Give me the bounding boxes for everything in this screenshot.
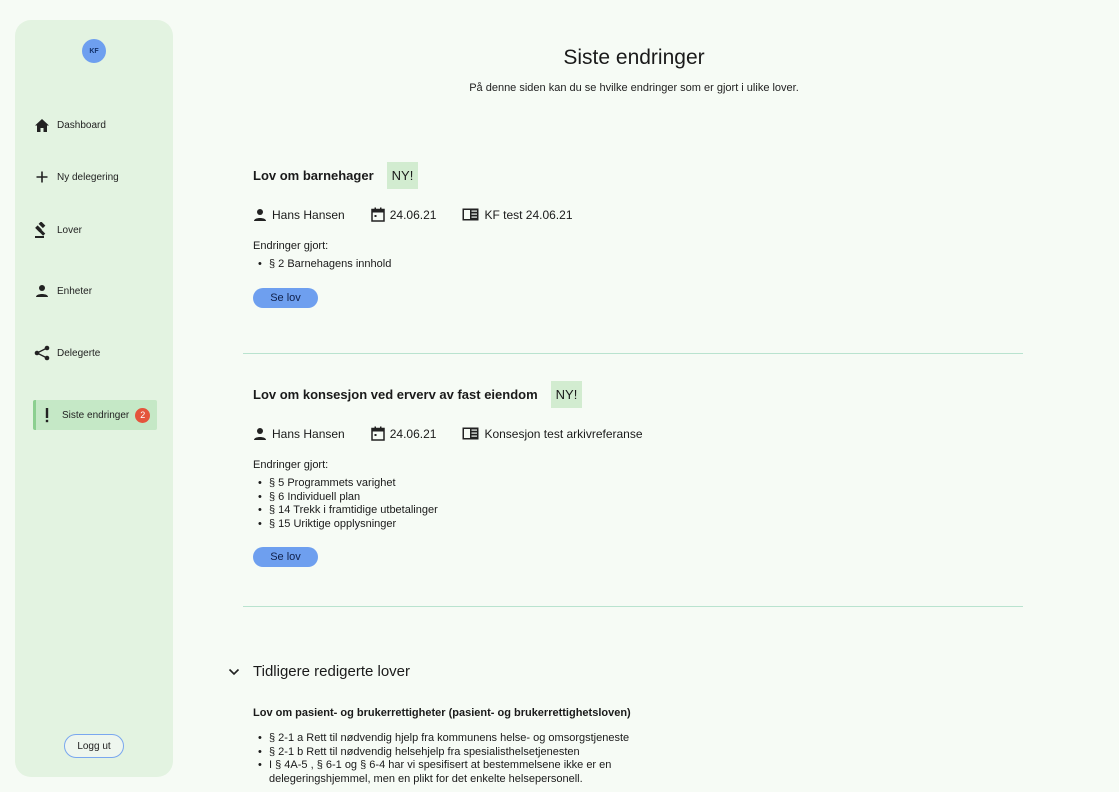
home-icon (33, 116, 51, 134)
exclamation-icon (38, 406, 56, 424)
law-author: Hans Hansen (253, 427, 345, 441)
list-item: § 2 Barnehagens innhold (253, 258, 599, 272)
list-item: § 2-1 a Rett til nødvendig hjelp fra kom… (253, 732, 631, 746)
sidebar-item-label: Dashboard (57, 119, 106, 131)
logout-button[interactable]: Logg ut (64, 734, 124, 758)
list-item: § 14 Trekk i framtidige utbetalinger (253, 504, 669, 518)
list-item: § 15 Uriktige opplysninger (253, 518, 669, 532)
page-subtitle: På denne siden kan du se hvilke endringe… (469, 82, 799, 94)
calendar-icon (370, 207, 385, 222)
page-title: Siste endringer (563, 46, 705, 69)
share-icon (33, 344, 51, 362)
law-reference: Konsesjon test arkivreferanse (462, 427, 643, 441)
law-card: Lov om barnehager NY! Hans Hansen 24.06.… (253, 162, 599, 308)
law-title: Lov om barnehager (253, 168, 374, 183)
law-card: Lov om konsesjon ved erverv av fast eien… (253, 381, 669, 567)
law-title: Lov om konsesjon ved erverv av fast eien… (253, 387, 538, 402)
sidebar-item-label: Ny delegering (57, 171, 119, 183)
law-author: Hans Hansen (253, 208, 345, 222)
person-icon (253, 427, 267, 441)
list-item: § 5 Programmets varighet (253, 477, 669, 491)
new-tag: NY! (386, 162, 419, 189)
notification-badge: 2 (135, 407, 151, 423)
gavel-icon (33, 221, 51, 239)
list-item: § 6 Individuell plan (253, 491, 669, 505)
document-icon (462, 427, 479, 440)
divider (243, 353, 1023, 354)
sidebar-item-delegerte[interactable]: Delegerte (33, 338, 157, 368)
sidebar-item-label: Enheter (57, 285, 93, 297)
list-item: § 2-1 b Rett til nødvendig helsehjelp fr… (253, 746, 631, 760)
chevron-down-icon (228, 668, 242, 676)
changes-label: Endringer gjort: (253, 240, 329, 252)
sidebar-item-label: Lover (57, 224, 83, 236)
sidebar-item-label: Delegerte (57, 347, 101, 359)
changes-list: § 2-1 a Rett til nødvendig hjelp fra kom… (253, 732, 631, 786)
sidebar-item-enheter[interactable]: Enheter (33, 276, 157, 306)
previous-laws-heading: Tidligere redigerte lover (253, 663, 411, 680)
list-item: I § 4A-5 , § 6-1 og § 6-4 har vi spesifi… (253, 759, 631, 773)
plus-icon (33, 168, 51, 186)
changes-list: § 2 Barnehagens innhold (253, 258, 599, 272)
law-reference: KF test 24.06.21 (462, 208, 573, 222)
calendar-icon (370, 426, 385, 441)
list-item-continued: delegeringshjemmel, men en plikt for det… (269, 772, 583, 785)
law-date: 24.06.21 (370, 207, 436, 222)
sidebar-item-siste-endringer[interactable]: Siste endringer 2 (33, 400, 157, 430)
sidebar-item-lover[interactable]: Lover (33, 215, 157, 245)
view-law-button[interactable]: Se lov (253, 287, 318, 308)
sidebar-item-label: Siste endringer (62, 409, 130, 421)
view-law-button[interactable]: Se lov (253, 547, 318, 567)
changes-label: Endringer gjort: (253, 459, 329, 471)
new-tag: NY! (550, 381, 583, 408)
law-title: Lov om pasient- og brukerrettigheter (pa… (253, 707, 631, 719)
previous-law-card: Lov om pasient- og brukerrettigheter (pa… (253, 707, 631, 786)
changes-list: § 5 Programmets varighet § 6 Individuell… (253, 477, 669, 531)
previous-laws-toggle[interactable]: Tidligere redigerte lover (228, 663, 410, 680)
document-icon (462, 208, 479, 221)
sidebar: KF Dashboard Ny delegering Lover Enheter… (15, 20, 173, 777)
sidebar-item-ny-delegering[interactable]: Ny delegering (33, 162, 157, 192)
sidebar-item-dashboard[interactable]: Dashboard (33, 110, 157, 140)
person-icon (253, 208, 267, 222)
divider (243, 606, 1023, 607)
law-date: 24.06.21 (370, 426, 436, 441)
person-icon (33, 282, 51, 300)
